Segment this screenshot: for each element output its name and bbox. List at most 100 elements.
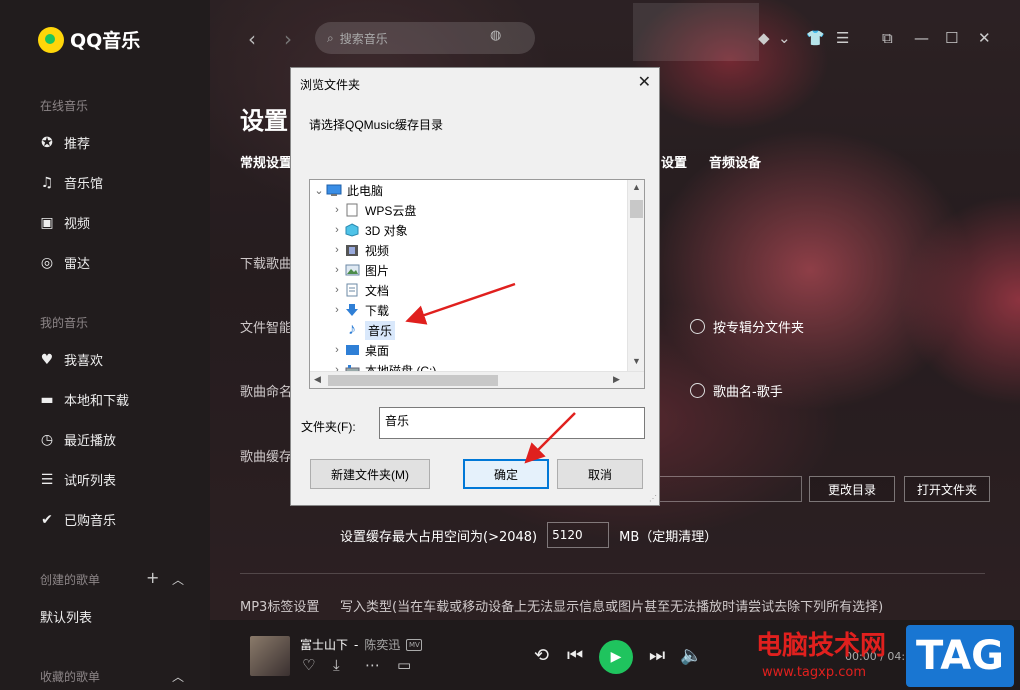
section-created-playlists: 创建的歌单 <box>40 573 101 587</box>
expand-icon[interactable]: › <box>330 244 344 256</box>
like-heart-icon[interactable]: ♡ <box>302 656 315 674</box>
menu-icon[interactable]: ☰ <box>836 29 849 47</box>
add-playlist-icon[interactable]: + <box>146 568 159 587</box>
next-track-icon[interactable]: ⏭ <box>649 645 665 666</box>
sidebar-item-recommend[interactable]: ✪ 推荐 <box>38 133 91 153</box>
scroll-thumb[interactable] <box>630 200 643 218</box>
ok-button[interactable]: 确定 <box>463 459 549 489</box>
tree-item-music[interactable]: ♪ 音乐 <box>330 320 396 340</box>
mp3-tag-label: MP3标签设置 <box>240 600 320 615</box>
search-placeholder: 搜索音乐 <box>339 31 388 46</box>
expand-icon[interactable]: › <box>330 204 344 216</box>
sidebar-item-label: 推荐 <box>64 137 91 152</box>
document-icon <box>344 203 360 217</box>
tree-item-desktop[interactable]: › 桌面 <box>330 340 389 360</box>
scroll-down-icon[interactable]: ▼ <box>628 356 644 366</box>
open-folder-button[interactable]: 打开文件夹 <box>904 476 990 502</box>
scroll-right-icon[interactable]: ▶ <box>613 374 620 385</box>
resize-grip-icon[interactable]: ⋰ <box>649 494 657 503</box>
sidebar-item-default-list[interactable]: 默认列表 <box>40 607 92 626</box>
tree-item-label: 音乐 <box>365 320 396 340</box>
maximize-icon[interactable]: ☐ <box>945 29 958 47</box>
collapse-icon[interactable]: ⌄ <box>312 184 326 197</box>
change-directory-button[interactable]: 更改目录 <box>809 476 895 502</box>
sidebar-item-label: 我喜欢 <box>64 354 104 369</box>
radio-album-folder[interactable]: 按专辑分文件夹 <box>690 317 804 336</box>
chevron-down-icon[interactable]: ⌄ <box>778 29 791 47</box>
folder-field-label: 文件夹(F): <box>301 420 356 434</box>
minimize-icon[interactable]: — <box>914 29 929 47</box>
watermark-tag-logo: TAG <box>906 625 1014 687</box>
sidebar-item-preview-list[interactable]: ☰ 试听列表 <box>38 470 116 490</box>
more-icon[interactable]: ⋯ <box>365 656 380 674</box>
tab-general-settings[interactable]: 常规设置 <box>240 152 292 171</box>
scroll-left-icon[interactable]: ◀ <box>314 374 321 385</box>
video-icon: ▣ <box>40 214 54 231</box>
app-logo[interactable]: QQ音乐 <box>38 26 140 53</box>
tree-item-wps-cloud[interactable]: › WPS云盘 <box>330 200 416 220</box>
volume-icon[interactable]: 🔈 <box>680 645 702 666</box>
folder-tree[interactable]: ⌄ 此电脑 › WPS云盘 › 3D 对象 › 视频 › 图片 › 文档 › 下… <box>309 179 645 389</box>
tab-settings-partial[interactable]: 设置 <box>661 152 687 171</box>
radio-label: 歌曲名-歌手 <box>713 385 783 400</box>
loop-mode-icon[interactable]: ⟲ <box>534 645 549 666</box>
forward-arrow-icon[interactable]: › <box>284 27 292 51</box>
song-artist[interactable]: 陈奕迅 <box>364 636 400 653</box>
expand-icon[interactable]: › <box>330 284 344 296</box>
watermark: 电脑技术网 www.tagxp.com TAG <box>756 625 1020 690</box>
sidebar-item-favorites[interactable]: ♥ 我喜欢 <box>38 350 104 370</box>
sidebar-item-recent[interactable]: ◷ 最近播放 <box>38 430 116 450</box>
new-folder-button[interactable]: 新建文件夹(M) <box>310 459 430 489</box>
user-area[interactable] <box>633 3 759 61</box>
radio-circle <box>690 319 705 334</box>
download-icon[interactable]: ⤓ <box>333 656 340 674</box>
tree-item-label: WPS云盘 <box>365 203 417 218</box>
play-button[interactable]: ▶ <box>599 640 633 674</box>
folder-name-input[interactable]: 音乐 <box>379 407 645 439</box>
song-title[interactable]: 富士山下 <box>300 636 348 653</box>
radio-song-artist[interactable]: 歌曲名-歌手 <box>690 381 783 400</box>
tree-item-video[interactable]: › 视频 <box>330 240 389 260</box>
mp3-tag-description: 写入类型(当在车载或移动设备上无法显示信息或图片甚至无法播放时请尝试去除下列所有… <box>340 600 884 615</box>
cancel-button[interactable]: 取消 <box>557 459 643 489</box>
comment-icon[interactable]: ▭ <box>397 656 411 674</box>
scroll-up-icon[interactable]: ▲ <box>628 182 644 192</box>
cache-size-input[interactable]: 5120 <box>547 522 610 548</box>
expand-icon[interactable]: › <box>330 224 344 236</box>
tree-item-label: 桌面 <box>365 343 390 358</box>
expand-icon[interactable]: › <box>330 344 344 356</box>
mv-icon[interactable]: MV <box>406 638 423 651</box>
skin-shirt-icon[interactable]: 👕 <box>806 29 825 47</box>
tab-audio-device[interactable]: 音频设备 <box>709 152 761 171</box>
album-cover[interactable] <box>250 636 290 676</box>
chevron-up-icon[interactable]: ︿ <box>172 571 184 588</box>
horizontal-scrollbar[interactable]: ◀ ▶ <box>310 371 644 388</box>
previous-track-icon[interactable]: ⏮ <box>567 645 583 666</box>
mini-mode-icon[interactable]: ⧉ <box>882 29 893 47</box>
close-icon[interactable]: ✕ <box>978 29 991 47</box>
qq-music-logo-icon <box>38 26 64 53</box>
sidebar-item-radar[interactable]: ◎ 雷达 <box>38 253 90 273</box>
cache-size-unit: MB（定期清理） <box>619 529 718 545</box>
search-input[interactable]: ⌕ 搜索音乐 <box>315 22 535 54</box>
sidebar-item-local-download[interactable]: ▬ 本地和下载 <box>38 390 129 410</box>
expand-icon[interactable]: › <box>330 264 344 276</box>
tree-item-this-pc[interactable]: ⌄ 此电脑 <box>312 180 383 200</box>
tree-item-downloads[interactable]: › 下载 <box>330 300 389 320</box>
voice-search-icon[interactable]: ◍ <box>490 28 501 43</box>
sidebar-item-video[interactable]: ▣ 视频 <box>38 213 90 233</box>
sidebar-item-music-hall[interactable]: ♫ 音乐馆 <box>38 173 103 193</box>
vip-icon[interactable]: ◆ <box>758 29 770 47</box>
tree-item-pictures[interactable]: › 图片 <box>330 260 389 280</box>
expand-icon[interactable]: › <box>330 304 344 316</box>
vertical-scrollbar[interactable]: ▲ ▼ <box>627 180 644 371</box>
back-arrow-icon[interactable]: ‹ <box>248 27 256 51</box>
row-cache-label: 歌曲缓存 <box>240 450 293 465</box>
tree-item-3d-objects[interactable]: › 3D 对象 <box>330 220 408 240</box>
sidebar-item-purchased[interactable]: ✔ 已购音乐 <box>38 510 116 530</box>
scroll-thumb[interactable] <box>328 375 498 386</box>
play-icon: ▶ <box>610 649 622 665</box>
close-icon[interactable]: ✕ <box>638 72 651 92</box>
chevron-up-icon[interactable]: ︿ <box>172 668 184 685</box>
tree-item-documents[interactable]: › 文档 <box>330 280 389 300</box>
